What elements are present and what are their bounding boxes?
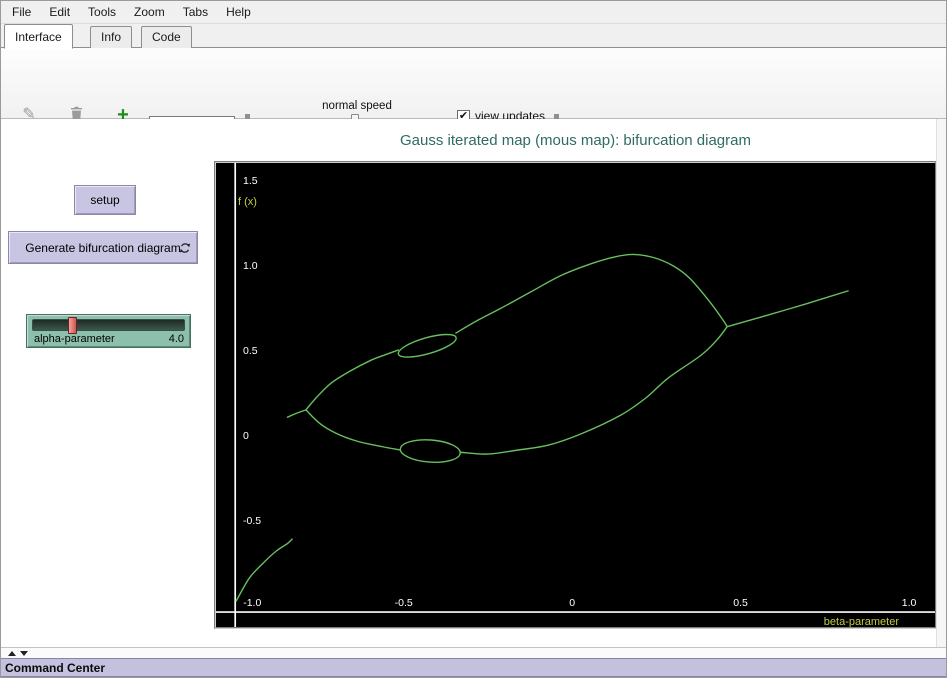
menu-bar: FileEditToolsZoomTabsHelp <box>1 1 946 24</box>
menu-tools[interactable]: Tools <box>79 2 125 22</box>
x-tick-label: -0.5 <box>395 597 413 609</box>
slider-value: 4.0 <box>169 333 184 345</box>
menu-file[interactable]: File <box>3 2 40 22</box>
y-tick-label: 0 <box>243 430 249 442</box>
generate-button-label: Generate bifurcation diagram <box>25 241 180 255</box>
forever-icon <box>179 242 191 254</box>
tab-code[interactable]: Code <box>141 26 192 48</box>
splitter-up-arrow-icon[interactable] <box>8 651 16 656</box>
y-tick-label: -0.5 <box>243 515 261 527</box>
x-tick-label: 0 <box>569 597 575 609</box>
y-tick-label: 1.5 <box>243 175 258 187</box>
speed-slider-label: normal speed <box>269 100 445 112</box>
menu-edit[interactable]: Edit <box>40 2 79 22</box>
y-tick-label: 0.5 <box>243 345 258 357</box>
plot-ylabel: f (x) <box>238 196 257 208</box>
bifurcation-curve-left-tail <box>287 410 306 417</box>
setup-button[interactable]: setup <box>74 185 136 215</box>
bifurcation-curve-lower-branch-right <box>461 327 727 454</box>
x-tick-label: -1.0 <box>243 597 261 609</box>
x-tick-label: 1.0 <box>902 597 917 609</box>
setup-button-label: setup <box>90 193 119 207</box>
y-tick-label: 1.0 <box>243 260 258 272</box>
vertical-scrollbar[interactable] <box>936 119 946 647</box>
period-doubling-bubble-1 <box>396 330 458 362</box>
slider-label: alpha-parameter <box>34 333 115 345</box>
netlogo-window: FileEditToolsZoomTabsHelp Interface Info C… <box>0 0 947 678</box>
bifurcation-curve-lower-branch-left <box>306 410 400 450</box>
tab-interface[interactable]: Interface <box>4 24 73 49</box>
command-center-splitter <box>1 647 946 658</box>
menu-zoom[interactable]: Zoom <box>125 2 174 22</box>
menu-tabs[interactable]: Tabs <box>174 2 217 22</box>
tab-bar: Interface Info Code <box>1 24 946 48</box>
bifurcation-curve-right-branch <box>727 291 848 327</box>
bifurcation-plot-widget: 1.5 1.0 0.5 0 -0.5 -1.0 -0.5 0 0.5 1.0 f (x) beta-p… <box>214 161 937 629</box>
bifurcation-plot-canvas: 1.5 1.0 0.5 0 -0.5 -1.0 -0.5 0 0.5 1.0 f (x) beta-p… <box>216 163 935 627</box>
period-doubling-bubble-2 <box>400 438 461 464</box>
x-tick-label: 0.5 <box>733 597 748 609</box>
toolbar: ✎ Edit Delete + Add ✦ abc Button ▼ norma… <box>1 48 946 119</box>
bifurcation-curve-lower-left-arc <box>236 539 292 601</box>
tab-info[interactable]: Info <box>90 26 132 48</box>
bifurcation-curve-upper-branch-left <box>306 350 398 410</box>
plot-title: Gauss iterated map (mous map): bifurcati… <box>214 132 937 149</box>
slider-handle[interactable] <box>68 317 77 334</box>
bifurcation-curve-upper-branch-right <box>456 254 727 333</box>
alpha-parameter-slider[interactable]: alpha-parameter 4.0 <box>26 314 191 348</box>
menu-help[interactable]: Help <box>217 2 260 22</box>
command-center-bar: Command Center <box>1 658 946 677</box>
generate-bifurcation-button[interactable]: Generate bifurcation diagram <box>8 231 198 264</box>
plot-xlabel: beta-parameter <box>824 616 900 627</box>
splitter-down-arrow-icon[interactable] <box>20 651 28 656</box>
command-center-title: Command Center <box>1 661 105 675</box>
slider-groove[interactable] <box>32 319 185 331</box>
interface-canvas: Gauss iterated map (mous map): bifurcati… <box>1 119 946 647</box>
